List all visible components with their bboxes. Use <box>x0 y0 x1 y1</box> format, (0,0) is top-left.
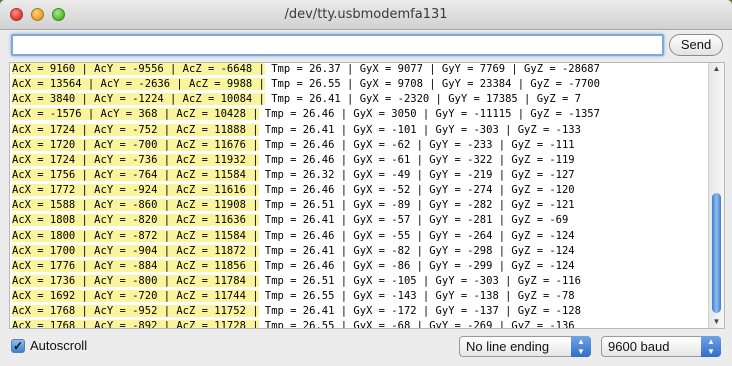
send-button[interactable]: Send <box>669 34 723 56</box>
temp-gyro-readout: Tmp = 26.55 | GyX = -143 | GyY = -138 | … <box>258 290 575 303</box>
accel-readout: AcX = 1800 | AcY = -872 | AcZ = 11584 | <box>12 229 259 242</box>
line-ending-value: No line ending <box>466 339 550 354</box>
output-line: AcX = 1720 | AcY = -700 | AcZ = 11676 | … <box>12 138 708 153</box>
output-line: AcX = 13564 | AcY = -2636 | AcZ = 9988 |… <box>12 77 708 92</box>
accel-readout: AcX = 9160 | AcY = -9556 | AcZ = -6648 | <box>12 63 265 75</box>
output-scrollbar[interactable]: ▲ ▼ <box>708 63 724 328</box>
scroll-up-arrow-icon[interactable]: ▲ <box>709 63 724 75</box>
temp-gyro-readout: Tmp = 26.51 | GyX = -89 | GyY = -282 | G… <box>258 199 575 212</box>
temp-gyro-readout: Tmp = 26.46 | GyX = -52 | GyY = -274 | G… <box>258 184 575 197</box>
output-line: AcX = 1724 | AcY = -736 | AcZ = 11932 | … <box>12 153 708 168</box>
temp-gyro-readout: Tmp = 26.41 | GyX = -57 | GyY = -281 | G… <box>258 214 569 227</box>
accel-readout: AcX = 1736 | AcY = -800 | AcZ = 11784 | <box>12 274 259 287</box>
window-title: /dev/tty.usbmodemfa131 <box>284 7 448 22</box>
output-line: AcX = 1692 | AcY = -720 | AcZ = 11744 | … <box>12 289 708 304</box>
accel-readout: AcX = 1808 | AcY = -820 | AcZ = 11636 | <box>12 214 259 227</box>
output-line: AcX = 1756 | AcY = -764 | AcZ = 11584 | … <box>12 168 708 183</box>
output-line: AcX = 1768 | AcY = -892 | AcZ = 11728 | … <box>12 319 708 328</box>
output-lines: AcX = 9160 | AcY = -9556 | AcZ = -6648 |… <box>12 62 708 328</box>
baud-rate-select[interactable]: 9600 baud ▲ ▼ <box>601 336 721 357</box>
scroll-down-arrow-icon[interactable]: ▼ <box>709 316 724 328</box>
line-ending-select[interactable]: No line ending ▲ ▼ <box>459 336 591 357</box>
temp-gyro-readout: Tmp = 26.46 | GyX = -61 | GyY = -322 | G… <box>258 153 575 166</box>
accel-readout: AcX = 1768 | AcY = -952 | AcZ = 11752 | <box>12 305 259 318</box>
accel-readout: AcX = 1720 | AcY = -700 | AcZ = 11676 | <box>12 138 259 151</box>
temp-gyro-readout: Tmp = 26.41 | GyX = -2320 | GyY = 17385 … <box>264 93 581 106</box>
serial-output: AcX = 9160 | AcY = -9556 | AcZ = -6648 |… <box>9 62 725 329</box>
temp-gyro-readout: Tmp = 26.55 | GyX = -68 | GyY = -269 | G… <box>258 320 575 328</box>
output-line: AcX = 1588 | AcY = -860 | AcZ = 11908 | … <box>12 198 708 213</box>
temp-gyro-readout: Tmp = 26.46 | GyX = -55 | GyY = -264 | G… <box>258 229 575 242</box>
serial-monitor-window: /dev/tty.usbmodemfa131 Send AcX = 9160 |… <box>0 0 732 366</box>
temp-gyro-readout: Tmp = 26.51 | GyX = -105 | GyY = -303 | … <box>258 274 581 287</box>
temp-gyro-readout: Tmp = 26.41 | GyX = -172 | GyY = -137 | … <box>258 305 581 318</box>
accel-readout: AcX = 1776 | AcY = -884 | AcZ = 11856 | <box>12 259 259 272</box>
temp-gyro-readout: Tmp = 26.37 | GyX = 9077 | GyY = 7769 | … <box>264 63 600 75</box>
scrollbar-thumb[interactable] <box>712 193 721 313</box>
select-arrows-icon: ▲ ▼ <box>701 336 721 357</box>
send-input[interactable] <box>11 34 664 56</box>
select-arrows-icon: ▲ ▼ <box>571 336 591 357</box>
output-line: AcX = 1772 | AcY = -924 | AcZ = 11616 | … <box>12 183 708 198</box>
output-line: AcX = 1808 | AcY = -820 | AcZ = 11636 | … <box>12 213 708 228</box>
autoscroll-checkbox[interactable]: ✓ <box>11 339 25 353</box>
accel-readout: AcX = 1588 | AcY = -860 | AcZ = 11908 | <box>12 199 259 212</box>
accel-readout: AcX = 1772 | AcY = -924 | AcZ = 11616 | <box>12 184 259 197</box>
title-bar: /dev/tty.usbmodemfa131 <box>0 0 732 30</box>
temp-gyro-readout: Tmp = 26.41 | GyX = -82 | GyY = -298 | G… <box>258 244 575 257</box>
output-line: AcX = 1768 | AcY = -952 | AcZ = 11752 | … <box>12 304 708 319</box>
output-line: AcX = 9160 | AcY = -9556 | AcZ = -6648 |… <box>12 62 708 77</box>
output-line: AcX = 1776 | AcY = -884 | AcZ = 11856 | … <box>12 259 708 274</box>
temp-gyro-readout: Tmp = 26.41 | GyX = -101 | GyY = -303 | … <box>258 123 581 136</box>
accel-readout: AcX = 1692 | AcY = -720 | AcZ = 11744 | <box>12 290 259 303</box>
baud-rate-value: 9600 baud <box>608 339 670 354</box>
accel-readout: AcX = 3840 | AcY = -1224 | AcZ = 10084 | <box>12 93 265 106</box>
temp-gyro-readout: Tmp = 26.46 | GyX = 3050 | GyY = -11115 … <box>258 108 600 121</box>
temp-gyro-readout: Tmp = 26.46 | GyX = -86 | GyY = -299 | G… <box>258 259 575 272</box>
accel-readout: AcX = 1724 | AcY = -752 | AcZ = 11888 | <box>12 123 259 136</box>
temp-gyro-readout: Tmp = 26.46 | GyX = -62 | GyY = -233 | G… <box>258 138 575 151</box>
temp-gyro-readout: Tmp = 26.55 | GyX = 9708 | GyY = 23384 |… <box>264 78 600 91</box>
output-line: AcX = 3840 | AcY = -1224 | AcZ = 10084 |… <box>12 92 708 107</box>
output-line: AcX = 1700 | AcY = -904 | AcZ = 11872 | … <box>12 244 708 259</box>
accel-readout: AcX = 1768 | AcY = -892 | AcZ = 11728 | <box>12 320 259 328</box>
accel-readout: AcX = 1724 | AcY = -736 | AcZ = 11932 | <box>12 153 259 166</box>
bottom-bar: ✓ Autoscroll No line ending ▲ ▼ 9600 baud… <box>0 332 732 366</box>
output-line: AcX = 1736 | AcY = -800 | AcZ = 11784 | … <box>12 274 708 289</box>
accel-readout: AcX = 1756 | AcY = -764 | AcZ = 11584 | <box>12 168 259 181</box>
accel-readout: AcX = 13564 | AcY = -2636 | AcZ = 9988 | <box>12 78 265 91</box>
temp-gyro-readout: Tmp = 26.32 | GyX = -49 | GyY = -219 | G… <box>258 168 575 181</box>
accel-readout: AcX = 1700 | AcY = -904 | AcZ = 11872 | <box>12 244 259 257</box>
output-line: AcX = 1724 | AcY = -752 | AcZ = 11888 | … <box>12 123 708 138</box>
output-line: AcX = 1800 | AcY = -872 | AcZ = 11584 | … <box>12 229 708 244</box>
autoscroll-label: Autoscroll <box>30 338 88 353</box>
output-line: AcX = -1576 | AcY = 368 | AcZ = 10428 | … <box>12 107 708 122</box>
accel-readout: AcX = -1576 | AcY = 368 | AcZ = 10428 | <box>12 108 259 121</box>
